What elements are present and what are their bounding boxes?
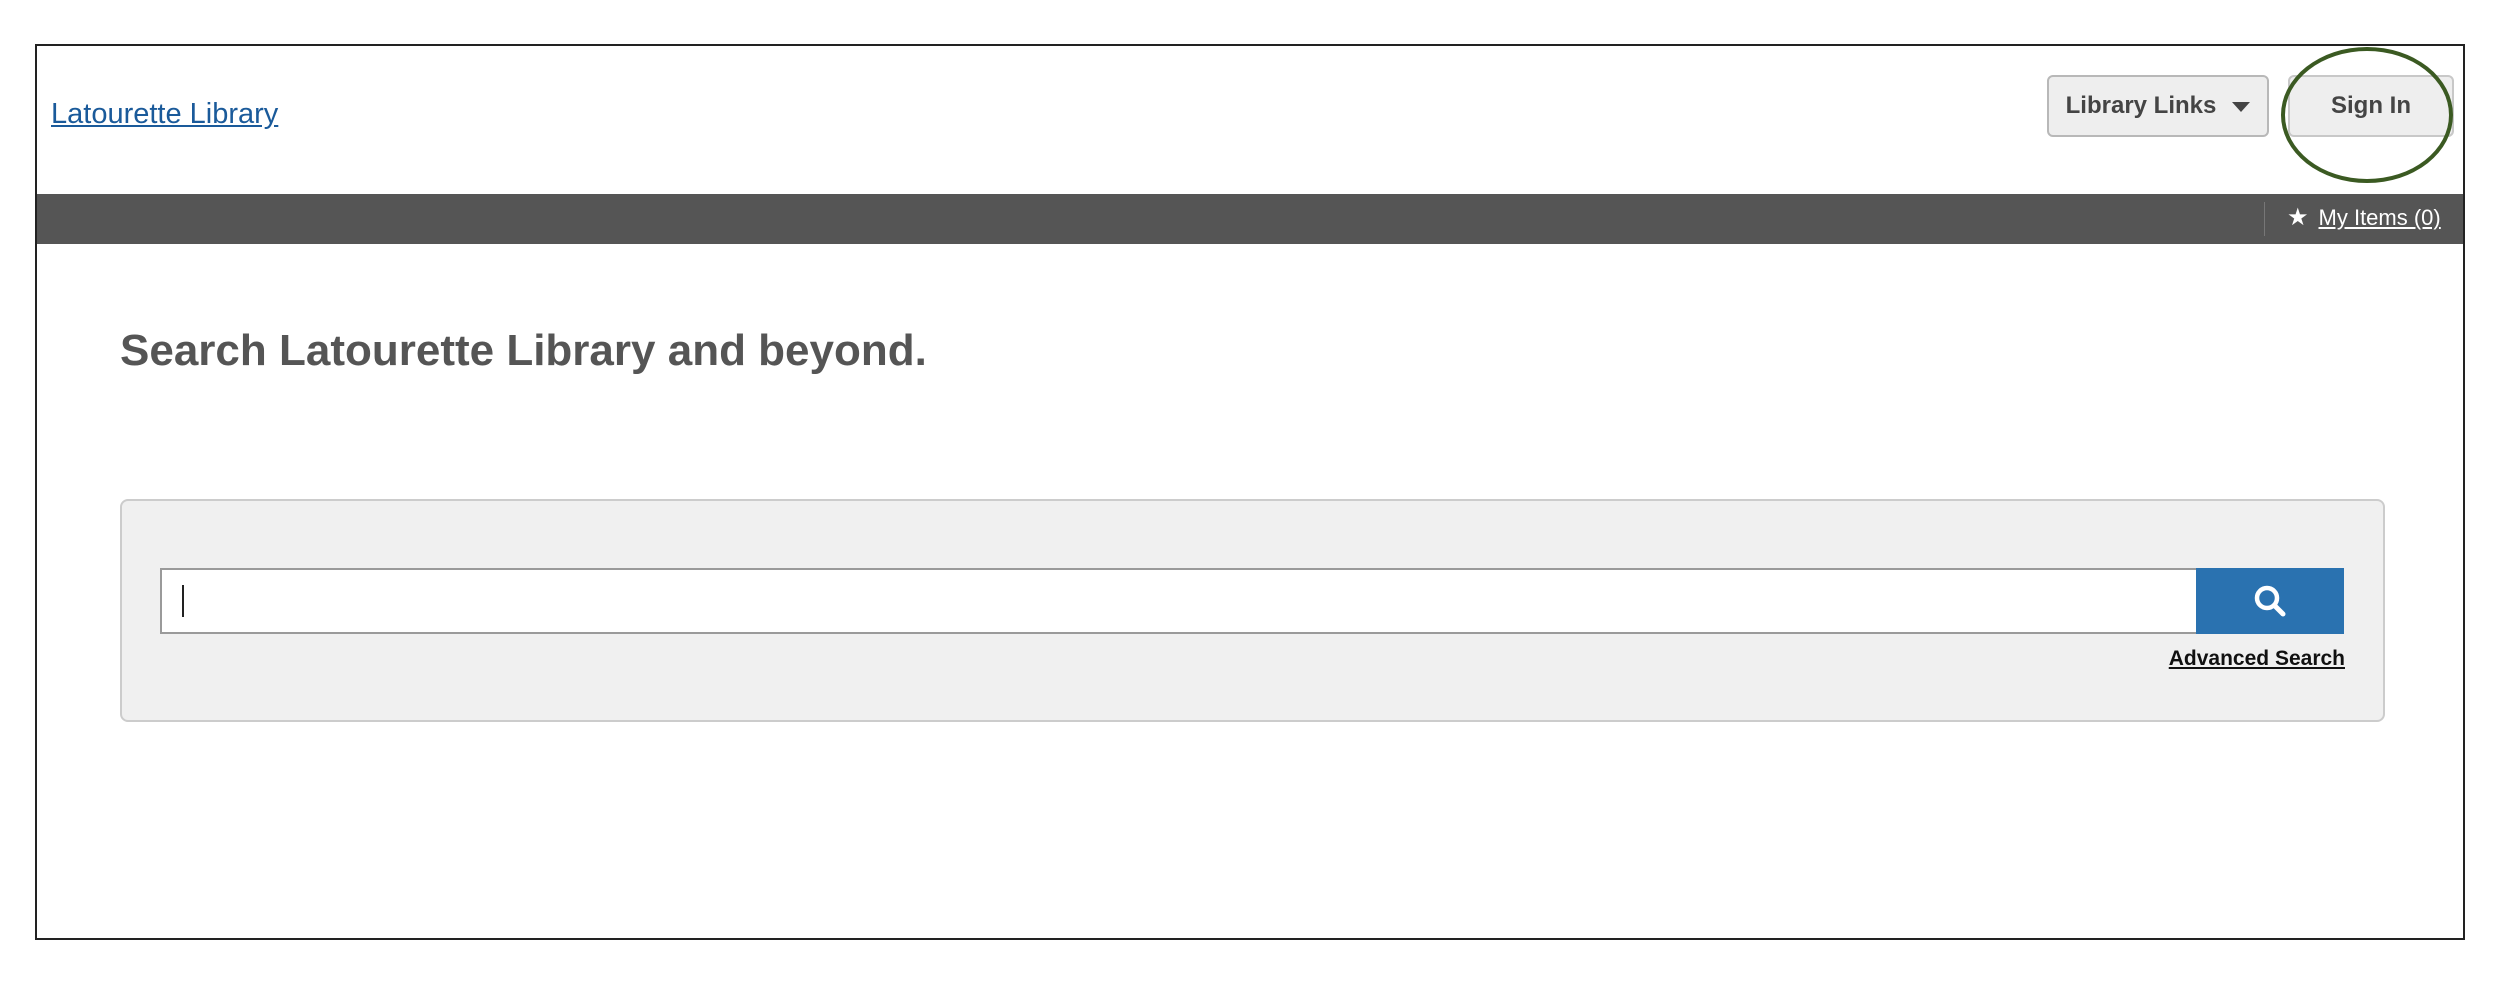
sign-in-button[interactable]: Sign In (2288, 75, 2454, 137)
site-title-link[interactable]: Latourette Library (51, 98, 278, 131)
search-icon (2254, 585, 2286, 617)
text-cursor (182, 585, 184, 617)
my-items-label: My Items (0) (2318, 205, 2441, 230)
utility-navbar: ★ My Items (0) (37, 194, 2463, 244)
page-frame: Latourette Library Library Links Sign In… (35, 44, 2465, 940)
search-input[interactable] (160, 568, 2200, 634)
search-button[interactable] (2196, 568, 2344, 634)
sign-in-label: Sign In (2331, 92, 2411, 119)
caret-down-icon (2232, 102, 2251, 112)
navbar-divider (2264, 202, 2265, 236)
advanced-search-link[interactable]: Advanced Search (2169, 647, 2345, 671)
page-heading: Search Latourette Library and beyond. (120, 326, 927, 375)
star-icon: ★ (2287, 204, 2309, 231)
library-links-dropdown[interactable]: Library Links (2047, 75, 2269, 137)
library-links-label: Library Links (2065, 92, 2217, 119)
search-panel: Advanced Search (120, 499, 2385, 722)
my-items-link[interactable]: ★ My Items (0) (2287, 205, 2441, 231)
site-header: Latourette Library Library Links Sign In (37, 46, 2463, 194)
